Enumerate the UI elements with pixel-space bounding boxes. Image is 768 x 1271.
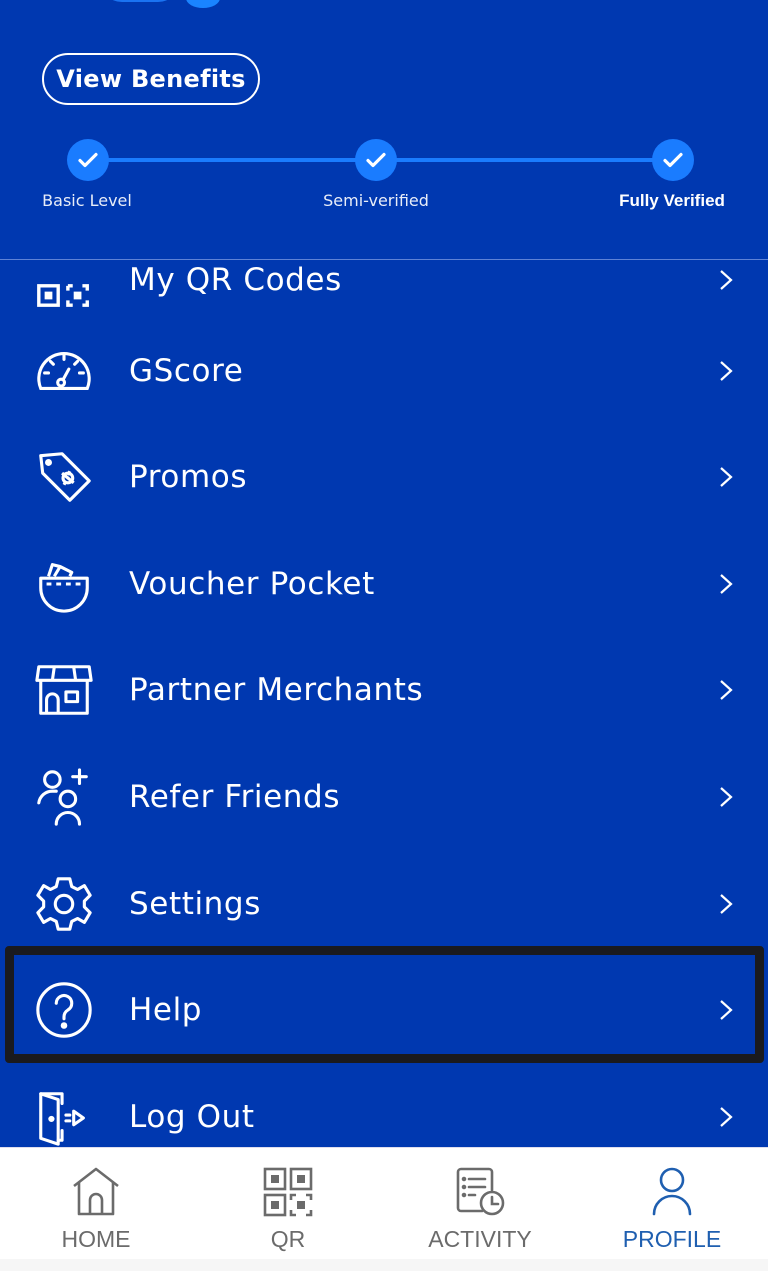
menu-item-partner-merchants[interactable]: Partner Merchants [0,637,768,743]
nav-tab-home[interactable]: HOME [0,1148,192,1271]
add-user-icon [32,765,96,829]
step-label-fully-verified: Fully Verified [619,191,725,210]
chevron-right-icon [720,574,733,594]
store-icon [32,658,96,722]
chevron-right-icon [720,787,733,807]
menu-item-label: Refer Friends [129,779,341,815]
menu-item-label: Log Out [129,1099,255,1135]
nav-tab-label: HOME [61,1226,131,1252]
menu-item-label: Promos [129,459,248,495]
nav-tab-activity[interactable]: ACTIVITY [384,1148,576,1271]
gear-icon [32,872,96,936]
step-fully-verified [652,139,694,181]
avatar-decoration [100,0,180,2]
system-nav-strip [0,1259,768,1271]
nav-tab-profile[interactable]: PROFILE [576,1148,768,1271]
menu-item-promos[interactable]: Promos [0,424,768,530]
menu-item-help[interactable]: Help [0,957,768,1063]
step-basic-level [67,139,109,181]
view-benefits-button[interactable]: View Benefits [42,53,260,105]
step-semi-verified [355,139,397,181]
menu-item-gscore[interactable]: GScore [0,318,768,424]
menu-item-log-out[interactable]: Log Out [0,1064,768,1147]
menu-item-label: GScore [129,353,244,389]
tag-icon [32,445,96,509]
menu-item-label: Partner Merchants [129,672,424,708]
menu-item-settings[interactable]: Settings [0,851,768,957]
checkmark-icon [78,152,98,168]
chevron-right-icon [720,361,733,381]
help-icon [32,978,96,1042]
activity-icon [456,1167,505,1216]
chevron-right-icon [720,467,733,487]
logout-icon [32,1085,96,1147]
menu-item-refer-friends[interactable]: Refer Friends [0,744,768,850]
profile-header: View Benefits Basic Level Semi-verified … [0,0,768,260]
menu-item-label: Settings [129,886,261,922]
nav-tab-qr[interactable]: QR [192,1148,384,1271]
chevron-right-icon [720,270,733,290]
step-label-basic-level: Basic Level [42,191,132,210]
checkmark-icon [663,152,683,168]
chevron-right-icon [720,894,733,914]
checkmark-icon [366,152,386,168]
menu-item-label: Help [129,992,203,1028]
nav-tab-label: ACTIVITY [428,1226,532,1252]
step-label-semi-verified: Semi-verified [323,191,429,210]
speedometer-icon [32,339,96,403]
home-icon [73,1167,119,1216]
chevron-right-icon [720,1000,733,1020]
nav-tab-label: QR [270,1226,306,1252]
voucher-pocket-icon [32,552,96,616]
menu-item-label: Voucher Pocket [129,566,375,602]
chevron-right-icon [720,1107,733,1127]
menu-item-label: My QR Codes [129,262,342,298]
avatar-badge [186,0,220,8]
qr-icon [263,1167,313,1217]
chevron-right-icon [720,680,733,700]
menu-item-voucher-pocket[interactable]: Voucher Pocket [0,531,768,637]
bottom-navigation: HOME QR ACTIVITY PROFILE [0,1147,768,1271]
nav-tab-label: PROFILE [622,1226,722,1252]
profile-icon [652,1167,692,1216]
